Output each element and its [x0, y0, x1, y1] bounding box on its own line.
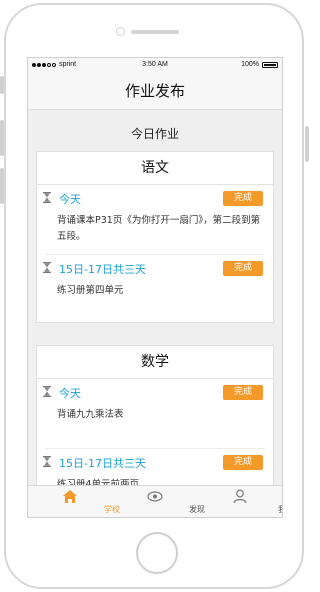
- camera-icon: [116, 27, 125, 36]
- tab-school[interactable]: 学校: [28, 486, 120, 517]
- subject-card-math: 数学 今天 完成 背诵九九乘法表 15日-17日共三天 完成 练习册4单元前两页: [36, 345, 274, 485]
- status-bar: sprint 3:50 AM 100%: [28, 58, 282, 72]
- battery-percent: 100%: [241, 61, 259, 68]
- homework-list[interactable]: 今日作业 语文 今天 完成 背诵课本P31页《为你打开一扇门》，第二段到第五段。…: [28, 110, 282, 485]
- task-item: 15日-17日共三天 完成 练习册4单元前两页: [37, 449, 273, 485]
- hourglass-icon: [43, 192, 51, 203]
- task-date: 今天: [59, 387, 81, 400]
- task-item: 今天 完成 背诵课本P31页《为你打开一扇门》，第二段到第五段。: [37, 185, 273, 255]
- speaker-grille: [131, 30, 179, 34]
- power-button: [305, 126, 309, 162]
- tab-bar: 学校 发现 我: [28, 485, 282, 517]
- hourglass-icon: [43, 386, 51, 397]
- tab-label: 我: [240, 504, 282, 515]
- hourglass-icon: [43, 456, 51, 467]
- subject-card-chinese: 语文 今天 完成 背诵课本P31页《为你打开一扇门》，第二段到第五段。 15日-…: [36, 151, 274, 323]
- volume-down-button: [0, 168, 4, 204]
- subject-title: 数学: [37, 346, 273, 379]
- task-description: 背诵课本P31页《为你打开一扇门》，第二段到第五段。: [57, 215, 261, 242]
- nav-bar: 作业发布: [28, 72, 282, 110]
- task-item: 15日-17日共三天 完成 练习册第四单元: [37, 255, 273, 325]
- tab-discover[interactable]: 发现: [113, 486, 205, 517]
- task-date: 今天: [59, 193, 81, 206]
- complete-button[interactable]: 完成: [223, 261, 263, 276]
- complete-button[interactable]: 完成: [223, 191, 263, 206]
- task-description: 练习册第四单元: [57, 285, 124, 296]
- home-button[interactable]: [136, 532, 178, 574]
- task-date: 15日-17日共三天: [59, 263, 146, 276]
- person-icon: [233, 489, 247, 504]
- task-item: 今天 完成 背诵九九乘法表: [37, 379, 273, 449]
- page-title: 作业发布: [124, 82, 185, 100]
- mute-switch: [0, 76, 4, 94]
- tab-me[interactable]: 我: [198, 486, 282, 517]
- subject-title: 语文: [37, 152, 273, 185]
- battery-icon: [262, 61, 278, 68]
- battery-status: 100%: [241, 61, 278, 68]
- task-description: 背诵九九乘法表: [57, 409, 124, 420]
- hourglass-icon: [43, 262, 51, 273]
- task-description: 练习册4单元前两页: [57, 479, 140, 485]
- volume-up-button: [0, 120, 4, 156]
- eye-icon: [147, 491, 163, 502]
- house-icon: [63, 490, 77, 503]
- screen: sprint 3:50 AM 100% 作业发布 今日作业 语文 今天 完成 背…: [27, 57, 283, 518]
- complete-button[interactable]: 完成: [223, 455, 263, 470]
- complete-button[interactable]: 完成: [223, 385, 263, 400]
- task-date: 15日-17日共三天: [59, 457, 146, 470]
- section-title: 今日作业: [130, 127, 179, 141]
